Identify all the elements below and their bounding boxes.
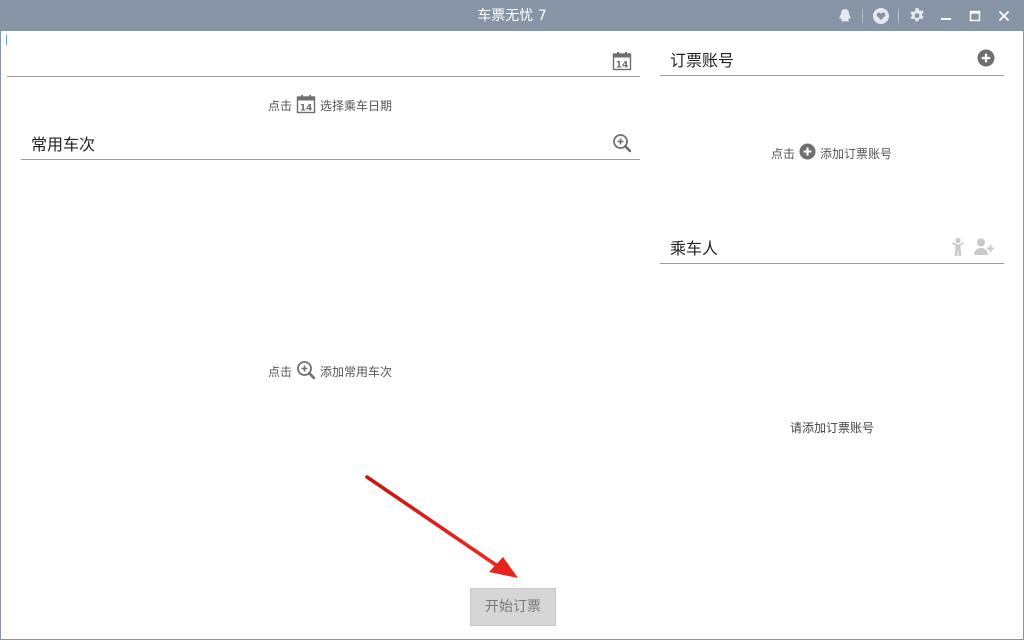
title-bar[interactable]: 车票无忧 7 <box>1 1 1023 31</box>
calendar-icon[interactable]: 14 <box>612 51 632 75</box>
frequent-trains-title: 常用车次 <box>31 135 96 154</box>
add-passenger-icon[interactable] <box>973 237 995 261</box>
booking-account-header: 订票账号 <box>660 46 1004 76</box>
travel-date-field[interactable]: 14 <box>7 49 640 77</box>
date-hint[interactable]: 点击 14 选择乘车日期 <box>268 94 392 117</box>
zoom-add-icon <box>296 360 316 383</box>
add-circle-icon <box>799 143 816 163</box>
date-hint-prefix: 点击 <box>268 99 293 113</box>
add-circle-icon[interactable] <box>977 49 995 71</box>
passenger-empty-message: 请添加订票账号 <box>790 421 875 435</box>
trains-hint-prefix: 点击 <box>268 365 293 379</box>
annotation-arrow <box>365 475 518 578</box>
start-booking-button[interactable]: 开始订票 <box>470 588 556 626</box>
app-window: 车票无忧 7 14 点击 14 选择乘车日期 常用车次 点击 添加常用车次 订票… <box>0 0 1024 640</box>
zoom-add-icon[interactable] <box>612 133 632 157</box>
child-passenger-icon[interactable] <box>950 237 966 261</box>
booking-account-title: 订票账号 <box>670 51 735 70</box>
date-hint-action: 选择乘车日期 <box>320 99 393 113</box>
accounts-hint-action: 添加订票账号 <box>820 146 893 161</box>
passenger-title: 乘车人 <box>670 239 719 258</box>
maximize-icon[interactable] <box>964 5 986 27</box>
titlebar-separator <box>898 9 899 23</box>
heart-icon[interactable] <box>870 5 892 27</box>
calendar-icon: 14 <box>296 94 316 117</box>
trains-hint[interactable]: 点击 添加常用车次 <box>268 360 392 383</box>
frequent-trains-header: 常用车次 <box>21 130 640 160</box>
close-icon[interactable] <box>993 5 1015 27</box>
calendar-day-label: 14 <box>616 61 629 71</box>
trains-hint-action: 添加常用车次 <box>320 365 393 379</box>
qq-icon[interactable] <box>834 5 856 27</box>
text-cursor <box>6 35 7 45</box>
gear-icon[interactable] <box>906 5 928 27</box>
passenger-header: 乘车人 <box>660 234 1004 264</box>
titlebar-separator <box>862 9 863 23</box>
calendar-day-label: 14 <box>300 104 313 114</box>
minimize-icon[interactable] <box>935 5 957 27</box>
titlebar-controls <box>827 1 1015 31</box>
accounts-hint[interactable]: 点击 添加订票账号 <box>771 143 892 163</box>
accounts-hint-prefix: 点击 <box>771 146 796 161</box>
